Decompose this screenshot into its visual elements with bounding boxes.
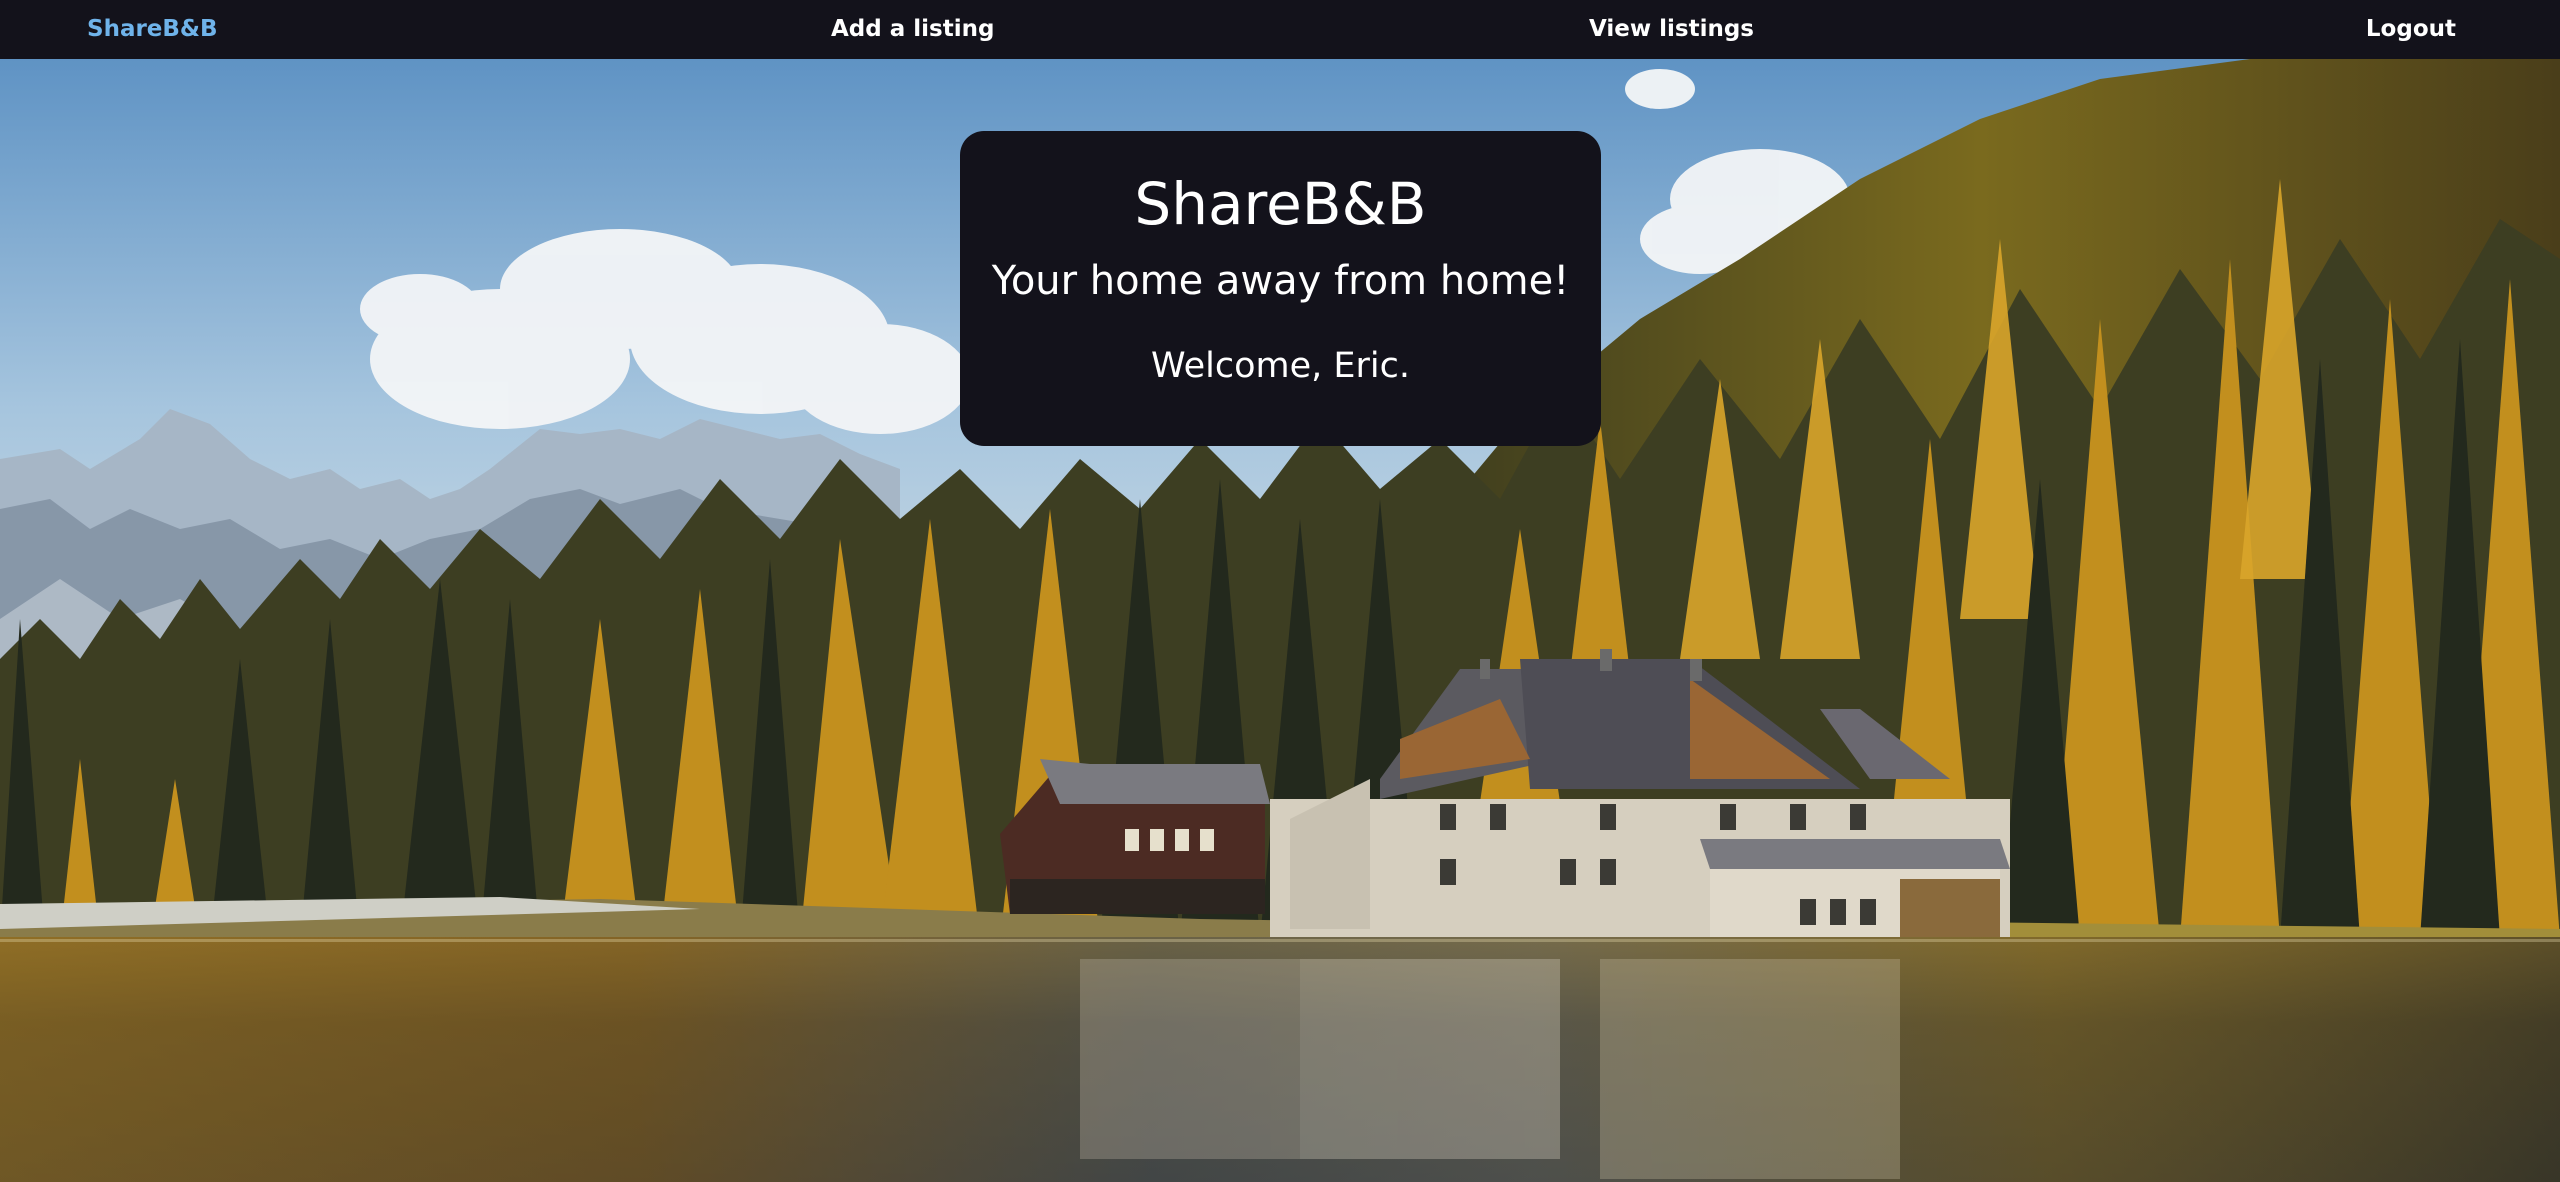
welcome-card: ShareB&B Your home away from home! Welco… xyxy=(960,131,1601,446)
top-navbar: ShareB&B Add a listing View listings Log… xyxy=(0,0,2560,59)
welcome-message: Welcome, Eric. xyxy=(1151,346,1410,386)
view-listings-link[interactable]: View listings xyxy=(1589,0,1754,59)
brand-link[interactable]: ShareB&B xyxy=(87,0,218,59)
logout-link[interactable]: Logout xyxy=(2366,0,2456,59)
hero-title: ShareB&B xyxy=(1134,170,1427,238)
add-listing-link[interactable]: Add a listing xyxy=(831,0,994,59)
hero-tagline: Your home away from home! xyxy=(991,258,1570,304)
